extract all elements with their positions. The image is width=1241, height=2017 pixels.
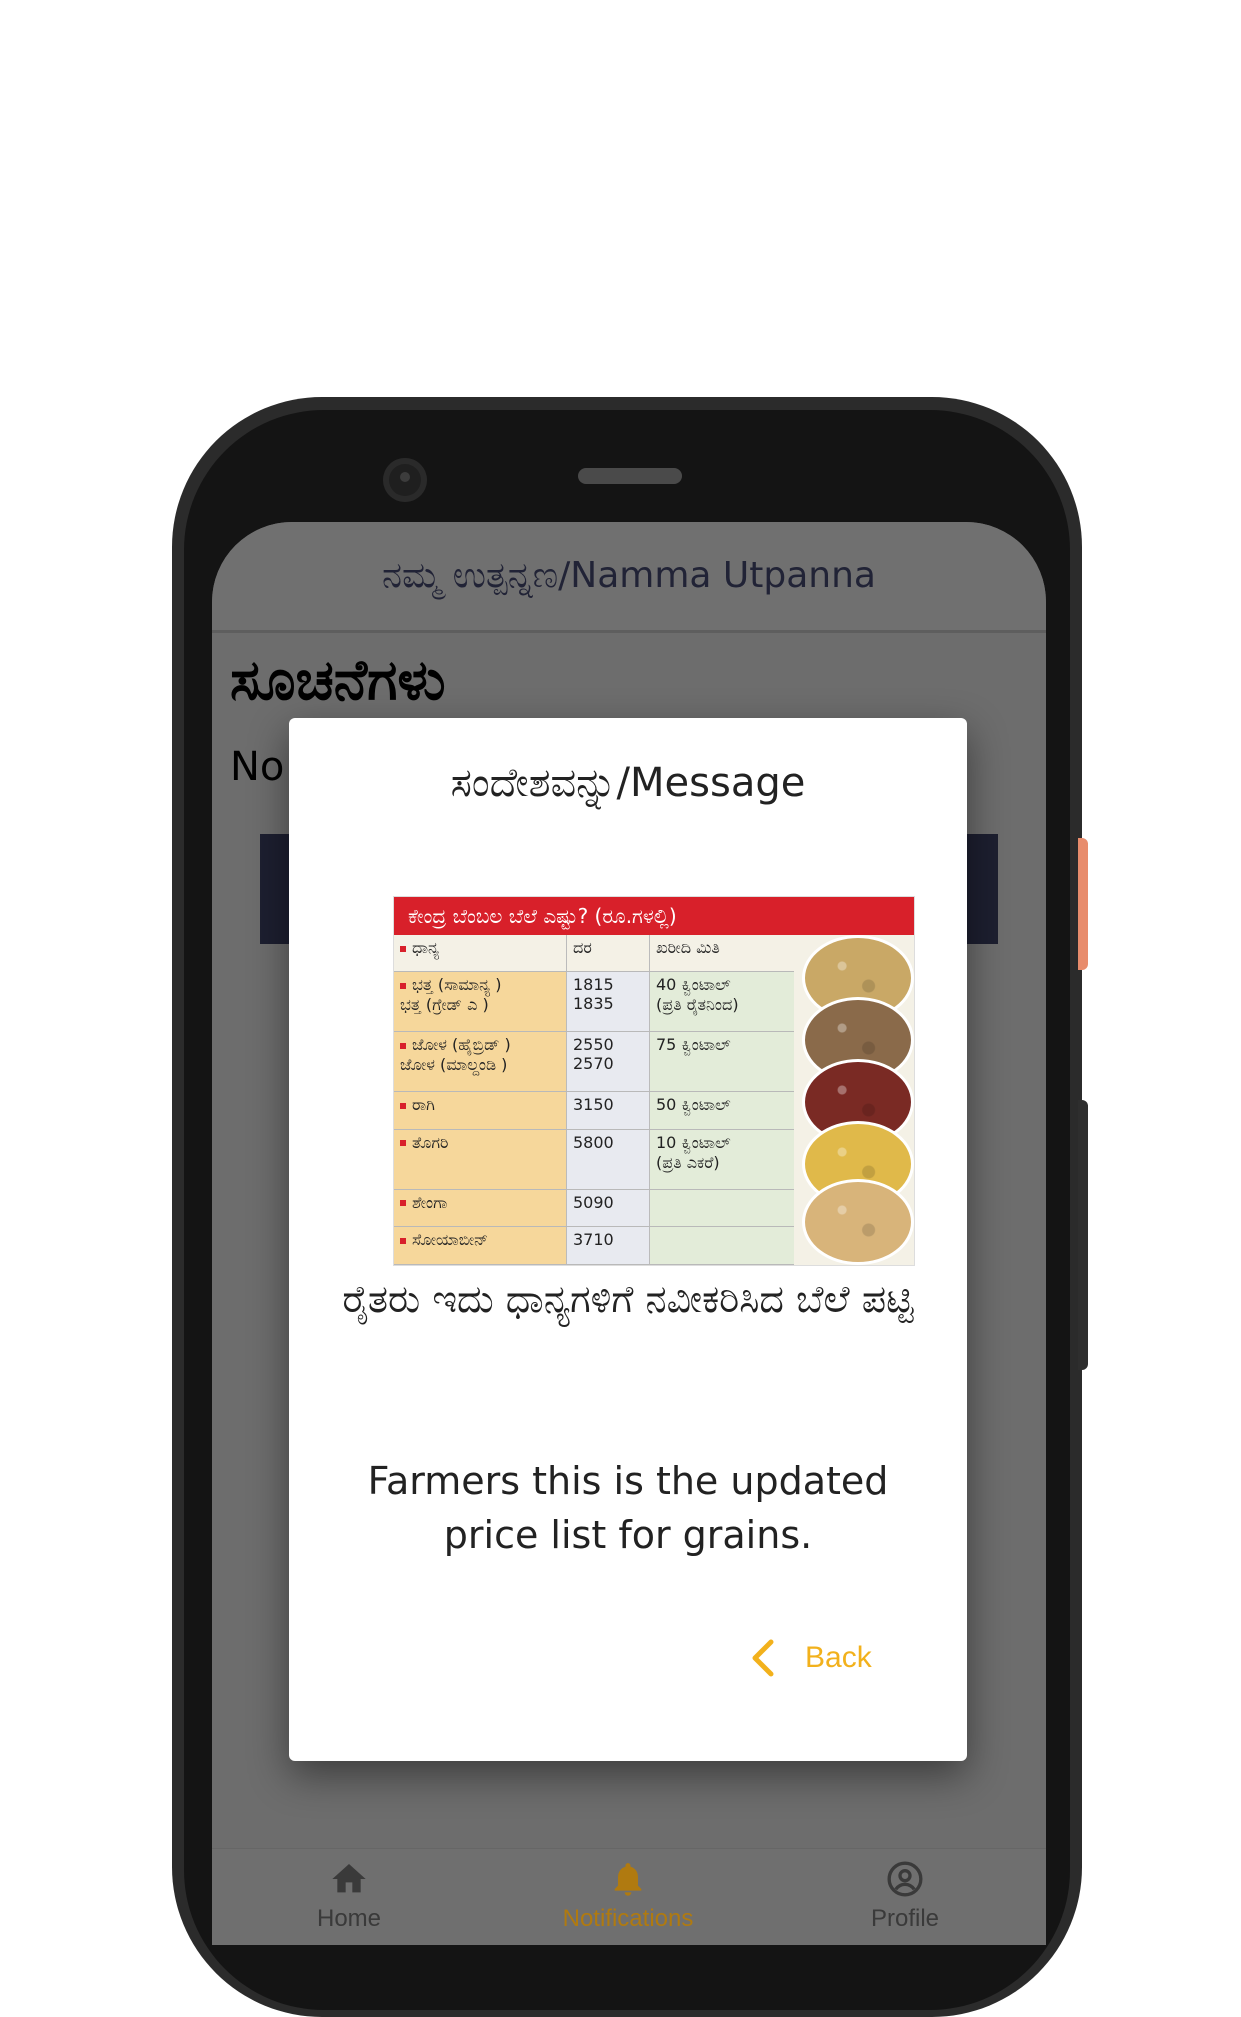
nav-profile-label: Profile: [870, 1905, 940, 1932]
table-row: ಶೇಂಗಾ 5090: [394, 1189, 794, 1228]
message-english: Farmers this is the updated price list f…: [367, 1459, 889, 1557]
message-dialog: ಸಂದೇಶವನ್ನು/Message ಕೇಂದ್ರ ಬೆಂಬಲ ಬೆಲೆ ಎಷ್…: [289, 718, 967, 1761]
nav-home[interactable]: Home: [249, 1859, 449, 1933]
column-header: ಖರೀದಿ ಮಿತಿ: [649, 935, 794, 973]
price-list-image: ಕೇಂದ್ರ ಬೆಂಬಲ ಬೆಲೆ ಎಷ್ಟು? (ರೂ.ಗಳಲ್ಲಿ) ಧಾನ…: [393, 896, 915, 1266]
grain-photo-soybean: [802, 1179, 914, 1265]
grain-price: 5090: [566, 1189, 650, 1228]
table-row: ಜೋಳ (ಹೈಬ್ರಿಡ್ ) ಜೋಳ (ಮಾಲ್ದಂಡಿ ) 2550 257…: [394, 1031, 794, 1093]
price-table: ಧಾನ್ಯ ದರ ಖರೀದಿ ಮಿತಿ ಭತ್ತ (ಸಾಮಾನ್ಯ ) ಭತ್ತ…: [394, 935, 794, 1265]
page-title: ಸೂಚನೆಗಳು: [230, 648, 446, 713]
grain-photos: [788, 935, 914, 1265]
back-button[interactable]: Back: [749, 1628, 909, 1688]
nav-profile[interactable]: Profile: [805, 1859, 1005, 1933]
column-header: ಧಾನ್ಯ: [412, 938, 440, 957]
nav-notifications[interactable]: Notifications: [528, 1859, 728, 1933]
grain-price: 3150: [566, 1091, 650, 1130]
nav-notifications-label: Notifications: [562, 1905, 694, 1932]
volume-button: [1078, 1100, 1088, 1370]
grain-limit: 50 ಕ್ವಿಂಟಾಲ್: [649, 1091, 794, 1130]
earpiece-speaker: [578, 468, 682, 484]
table-header-row: ಧಾನ್ಯ ದರ ಖರೀದಿ ಮಿತಿ: [394, 935, 794, 973]
table-row: ಭತ್ತ (ಸಾಮಾನ್ಯ ) ಭತ್ತ (ಗ್ರೇಡ್ ಎ ) 1815 18…: [394, 971, 794, 1033]
grain-name: ತೊಗರಿ: [412, 1132, 449, 1152]
back-button-label: Back: [805, 1641, 872, 1674]
grain-limit: [649, 1226, 794, 1265]
dialog-title: ಸಂದೇಶವನ್ನು/Message: [450, 760, 806, 806]
grain-price: 2550 2570: [566, 1031, 650, 1093]
bottom-navigation: Home Notifications Profile: [212, 1848, 1046, 1945]
home-icon: [332, 1864, 366, 1893]
grain-limit: [649, 1189, 794, 1228]
nav-home-label: Home: [316, 1905, 382, 1932]
front-camera: [383, 458, 427, 502]
grain-name: ಭತ್ತ (ಸಾಮಾನ್ಯ ) ಭತ್ತ (ಗ್ರೇಡ್ ಎ ): [400, 975, 502, 1015]
grain-name: ರಾಗಿ: [412, 1095, 435, 1115]
chevron-left-icon: [752, 1639, 774, 1677]
grain-name: ಶೇಂಗಾ: [412, 1192, 448, 1212]
grain-name: ಸೋಯಾಬೀನ್: [412, 1230, 489, 1250]
grain-limit: 75 ಕ್ವಿಂಟಾಲ್: [649, 1031, 794, 1093]
price-image-header: ಕೇಂದ್ರ ಬೆಂಬಲ ಬೆಲೆ ಎಷ್ಟು? (ರೂ.ಗಳಲ್ಲಿ): [394, 897, 914, 935]
power-button: [1078, 838, 1088, 970]
grain-price: 3710: [566, 1226, 650, 1265]
table-row: ಸೋಯಾಬೀನ್ 3710: [394, 1226, 794, 1265]
grain-price: 5800: [566, 1129, 650, 1190]
page-subtext: No: [230, 744, 285, 790]
column-header: ದರ: [566, 935, 650, 973]
grain-limit: 10 ಕ್ವಿಂಟಾಲ್ (ಪ್ರತಿ ಎಕರೆ): [649, 1129, 794, 1190]
table-row: ತೊಗರಿ 5800 10 ಕ್ವಿಂಟಾಲ್ (ಪ್ರತಿ ಎಕರೆ): [394, 1129, 794, 1190]
app-bar: ನಮ್ಮ ಉತ್ಪನ್ನಣ/Namma Utpanna: [212, 522, 1046, 633]
account-circle-icon: [887, 1861, 923, 1897]
grain-limit: 40 ಕ್ವಿಂಟಾಲ್ (ಪ್ರತಿ ರೈತನಿಂದ): [649, 971, 794, 1033]
table-row: ರಾಗಿ 3150 50 ಕ್ವಿಂಟಾಲ್: [394, 1091, 794, 1130]
message-kannada: ರೈತರು ಇದು ಧಾನ್ಯಗಳಿಗೆ ನವೀಕರಿಸಿದ ಬೆಲೆ ಪಟ್ಟ…: [342, 1277, 914, 1321]
app-title: ನಮ್ಮ ಉತ್ಪನ್ನಣ/Namma Utpanna: [381, 555, 876, 596]
grain-price: 1815 1835: [566, 971, 650, 1033]
grain-name: ಜೋಳ (ಹೈಬ್ರಿಡ್ ) ಜೋಳ (ಮಾಲ್ದಂಡಿ ): [400, 1035, 511, 1075]
bell-icon: [614, 1863, 642, 1896]
